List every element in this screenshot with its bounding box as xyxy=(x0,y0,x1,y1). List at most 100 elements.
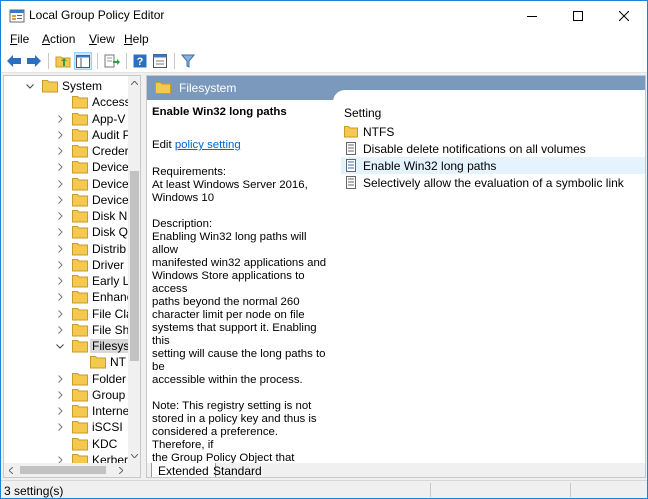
tree-item[interactable]: Distrib xyxy=(4,241,129,257)
tree-item[interactable]: Device xyxy=(4,192,129,208)
properties-button[interactable] xyxy=(151,52,169,70)
export-list-button[interactable] xyxy=(103,52,121,70)
folder-icon xyxy=(72,323,88,337)
tree-item[interactable]: Access xyxy=(4,94,131,110)
tree-horizontal-scrollbar[interactable] xyxy=(4,463,128,477)
expand-toggle[interactable] xyxy=(54,404,66,418)
expand-toggle[interactable] xyxy=(54,193,66,207)
tree-item-label: KDC xyxy=(92,436,118,451)
minimize-button[interactable] xyxy=(509,1,555,30)
expand-toggle[interactable] xyxy=(54,258,66,272)
requirements-text: Requirements: At least Windows Server 20… xyxy=(152,166,308,204)
menu-action[interactable]: Action xyxy=(42,32,75,46)
tab-extended[interactable]: Extended xyxy=(151,463,216,477)
tree-item[interactable]: File Cla xyxy=(4,306,133,322)
collapse-toggle[interactable] xyxy=(54,339,66,353)
expand-toggle[interactable] xyxy=(54,209,66,223)
tree-item-label: File Cla xyxy=(92,306,133,321)
filter-button[interactable] xyxy=(179,52,197,70)
setting-row-disable-delete-notifications[interactable]: Disable delete notifications on all volu… xyxy=(341,140,645,157)
tree-item[interactable]: Group xyxy=(4,387,129,403)
hscroll-thumb[interactable] xyxy=(20,466,106,474)
back-button[interactable] xyxy=(5,52,23,70)
tree-pane[interactable]: Kerber KDC iSCSI Interne Group Folder NT Filesy… xyxy=(3,75,141,478)
settings-list[interactable]: Setting NTFS Disable delete notification… xyxy=(333,90,645,464)
title-bar[interactable]: Local Group Policy Editor xyxy=(1,1,647,30)
scroll-left-button[interactable] xyxy=(4,463,18,477)
expand-toggle[interactable] xyxy=(54,420,66,434)
setting-row-enable-win32-long-paths[interactable]: Enable Win32 long paths xyxy=(341,157,645,174)
tree-item[interactable]: Device xyxy=(4,159,129,175)
expand-toggle[interactable] xyxy=(54,372,66,386)
tree-item[interactable]: File Sh xyxy=(4,322,129,338)
view-tabs: Extended Standard xyxy=(147,463,645,477)
scroll-thumb[interactable] xyxy=(130,171,139,361)
menu-help[interactable]: Help xyxy=(124,32,149,46)
expand-toggle[interactable] xyxy=(54,128,66,142)
tab-standard[interactable]: Standard xyxy=(207,463,268,477)
chevron-down-icon xyxy=(131,454,138,458)
tree-item[interactable]: Interne xyxy=(4,403,129,419)
folder-icon xyxy=(72,420,88,434)
tree-item[interactable]: NT xyxy=(4,354,129,370)
chevron-right-icon xyxy=(57,293,63,302)
menu-bar: File Action View Help xyxy=(1,30,647,49)
expand-toggle[interactable] xyxy=(54,112,66,126)
tree-item[interactable]: KDC xyxy=(4,436,129,452)
expand-toggle[interactable] xyxy=(54,274,66,288)
tree-item[interactable]: System xyxy=(4,78,129,94)
tree-item-label: Device xyxy=(92,176,129,191)
expand-toggle[interactable] xyxy=(54,388,66,402)
expand-toggle[interactable] xyxy=(54,290,66,304)
tree-item-label: Distrib xyxy=(92,241,127,256)
window-title: Local Group Policy Editor xyxy=(29,8,165,22)
policy-setting-link[interactable]: policy setting xyxy=(175,139,241,151)
expand-toggle[interactable] xyxy=(54,307,66,321)
toolbar: ? xyxy=(1,49,647,73)
expand-toggle[interactable] xyxy=(54,144,66,158)
scroll-up-button[interactable] xyxy=(128,76,140,90)
tree-item-label: NT xyxy=(110,355,126,370)
tree-item[interactable]: Early L xyxy=(4,273,129,289)
tree-item[interactable]: Disk N xyxy=(4,208,129,224)
maximize-button[interactable] xyxy=(555,1,601,30)
folder-icon xyxy=(72,404,88,418)
setting-row-ntfs[interactable]: NTFS xyxy=(341,123,645,140)
up-folder-button[interactable] xyxy=(54,52,72,70)
help-button[interactable]: ? xyxy=(131,52,149,70)
tree-item[interactable]: App-V xyxy=(4,111,129,127)
forward-button[interactable] xyxy=(25,52,43,70)
tree-item[interactable]: Audit P xyxy=(4,127,131,143)
folder-icon xyxy=(72,372,88,386)
close-button[interactable] xyxy=(601,1,647,30)
tree-item[interactable]: Disk Q xyxy=(4,224,129,240)
status-bar: 3 setting(s) xyxy=(1,480,647,498)
tree-vertical-scrollbar[interactable] xyxy=(128,76,140,463)
tree-item[interactable]: Driver xyxy=(4,257,129,273)
scroll-right-button[interactable] xyxy=(114,463,128,477)
expand-toggle[interactable] xyxy=(54,225,66,239)
expand-toggle[interactable] xyxy=(54,242,66,256)
tree-item[interactable]: Enhanc xyxy=(4,289,133,305)
scroll-down-button[interactable] xyxy=(128,449,140,463)
tree-item[interactable]: Folder xyxy=(4,371,129,387)
help-icon: ? xyxy=(133,54,147,68)
tree-item[interactable]: iSCSI xyxy=(4,419,129,435)
menu-file[interactable]: File xyxy=(10,32,29,46)
tree-item-label: iSCSI xyxy=(92,420,123,435)
tree-item[interactable]: Device xyxy=(4,176,129,192)
tree-item[interactable]: Filesys xyxy=(4,338,132,354)
collapse-toggle[interactable] xyxy=(24,79,36,93)
setting-column-header[interactable]: Setting xyxy=(344,106,381,120)
expand-toggle[interactable] xyxy=(54,177,66,191)
folder-icon xyxy=(72,128,88,142)
tree-item[interactable]: Creder xyxy=(4,143,129,159)
chevron-right-icon xyxy=(57,260,63,269)
expand-toggle[interactable] xyxy=(54,160,66,174)
menu-view[interactable]: View xyxy=(89,32,115,46)
show-hide-tree-button[interactable] xyxy=(74,52,92,70)
tree-item-label: Access xyxy=(92,95,131,110)
chevron-right-icon xyxy=(57,325,63,334)
expand-toggle[interactable] xyxy=(54,323,66,337)
setting-row-symbolic-link[interactable]: Selectively allow the evaluation of a sy… xyxy=(341,174,645,191)
